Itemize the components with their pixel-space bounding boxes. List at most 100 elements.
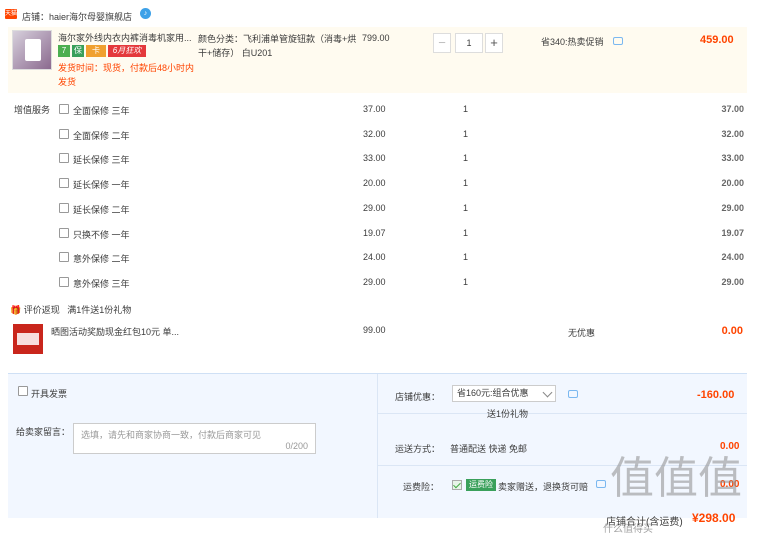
- service-price: 29.00: [363, 277, 386, 287]
- service-icons: 7 保卡 6月狂欢: [58, 45, 148, 58]
- service-checkbox[interactable]: [59, 129, 69, 139]
- insurance-text: 卖家赠送，退换货可赔: [498, 482, 589, 492]
- service-price: 19.07: [363, 228, 386, 238]
- service-qty: 1: [463, 203, 469, 213]
- service-sum: 32.00: [721, 129, 744, 139]
- service-label: 全面保修 二年: [73, 131, 130, 141]
- promo-info-icon[interactable]: [613, 37, 623, 45]
- service-qty: 1: [463, 153, 469, 163]
- service-price: 32.00: [363, 129, 386, 139]
- product-subtotal: 459.00: [700, 34, 734, 46]
- product-image[interactable]: [12, 30, 52, 70]
- service-checkbox[interactable]: [59, 228, 69, 238]
- service-price: 33.00: [363, 153, 386, 163]
- gift-image[interactable]: [13, 324, 43, 354]
- shop-name-link[interactable]: 店铺：haier海尔母婴旗舰店: [22, 10, 132, 23]
- service-checkbox[interactable]: [59, 203, 69, 213]
- service-sum: 37.00: [721, 104, 744, 114]
- gift-sum: 0.00: [721, 325, 743, 337]
- service-label: 延长保修 二年: [73, 205, 130, 215]
- gift-promo: 无优惠: [568, 328, 596, 338]
- discount-selected: 省160元:组合优惠: [457, 388, 529, 398]
- service-row: 全面保修 二年 32.00 1 32.00: [0, 129, 757, 153]
- insurance-checkbox[interactable]: [452, 480, 462, 490]
- service-label: 意外保修 三年: [73, 279, 130, 289]
- quantity-input[interactable]: 1: [455, 33, 483, 53]
- seven-day-return-icon: 7: [58, 45, 70, 57]
- service-price: 29.00: [363, 203, 386, 213]
- service-row: 意外保修 三年 29.00 1 29.00: [0, 277, 757, 301]
- gift-icon: 🎁: [10, 305, 22, 315]
- watermark-text: 什么值得买: [603, 524, 653, 535]
- quantity-stepper: − 1 +: [433, 33, 505, 53]
- guarantee-icon: 保: [72, 45, 84, 57]
- service-row: 延长保修 一年 20.00 1 20.00: [0, 178, 757, 202]
- service-qty: 1: [463, 178, 469, 188]
- credit-card-icon: 卡: [86, 45, 106, 57]
- service-row: 全面保修 三年 37.00 1 37.00: [0, 104, 757, 128]
- service-label: 全面保修 三年: [73, 106, 130, 116]
- discount-select[interactable]: 省160元:组合优惠: [452, 385, 556, 402]
- service-sum: 24.00: [721, 252, 744, 262]
- panel-divider: [377, 374, 378, 518]
- promo-text: 省340:热卖促销: [541, 37, 604, 47]
- insurance-info-icon[interactable]: [596, 480, 606, 488]
- service-row: 意外保修 二年 24.00 1 24.00: [0, 252, 757, 276]
- gift-header: 🎁 评价返现 满1件送1份礼物: [10, 303, 131, 316]
- service-checkbox[interactable]: [59, 104, 69, 114]
- discount-info-icon[interactable]: [568, 390, 578, 398]
- service-checkbox[interactable]: [59, 252, 69, 262]
- message-label: 给卖家留言：: [16, 427, 71, 437]
- product-title-link[interactable]: 海尔家外线内衣内裤消毒机家用...: [58, 32, 193, 44]
- service-checkbox[interactable]: [59, 178, 69, 188]
- service-row: 延长保修 二年 29.00 1 29.00: [0, 203, 757, 227]
- service-price: 20.00: [363, 178, 386, 188]
- service-label: 延长保修 三年: [73, 155, 130, 165]
- discount-value: -160.00: [697, 389, 735, 401]
- service-label: 意外保修 二年: [73, 254, 130, 264]
- message-count: 0/200: [285, 441, 308, 451]
- gift-header-label: 评价返现: [23, 305, 60, 315]
- service-qty: 1: [463, 277, 469, 287]
- watermark-logo: 值值值: [610, 453, 742, 504]
- chat-wangwang-icon[interactable]: ♪: [140, 8, 151, 19]
- unit-price: 799.00: [362, 33, 390, 43]
- sku-info: 颜色分类：飞利浦单管旋钮款（消毒+烘干+储存） 白U201: [198, 34, 357, 58]
- service-sum: 29.00: [721, 203, 744, 213]
- shipping-value: 0.00: [720, 441, 740, 452]
- service-sum: 29.00: [721, 277, 744, 287]
- invoice-label: 开具发票: [31, 389, 68, 399]
- total-value: ¥298.00: [692, 511, 736, 525]
- service-row: 只换不修 一年 19.07 1 19.07: [0, 228, 757, 252]
- discount-label: 店铺优惠：: [395, 392, 441, 402]
- service-price: 37.00: [363, 104, 386, 114]
- shipping-label: 运送方式：: [395, 444, 441, 454]
- gift-price: 99.00: [363, 325, 386, 335]
- gift-title[interactable]: 晒图活动奖励现金红包10元 单...: [51, 325, 179, 338]
- service-qty: 1: [463, 129, 469, 139]
- invoice-checkbox[interactable]: [18, 386, 28, 396]
- message-input[interactable]: 选填，请先和商家协商一致，付款后商家可见 0/200: [73, 423, 316, 454]
- divider: [377, 413, 747, 414]
- chevron-down-icon: [542, 387, 553, 398]
- service-qty: 1: [463, 252, 469, 262]
- service-qty: 1: [463, 104, 469, 114]
- insurance-label: 运费险：: [403, 482, 440, 492]
- insurance-badge: 运费险: [466, 479, 496, 491]
- june-sale-icon: 6月狂欢: [108, 45, 146, 57]
- service-checkbox[interactable]: [59, 277, 69, 287]
- service-sum: 33.00: [721, 153, 744, 163]
- increase-button[interactable]: +: [485, 33, 503, 53]
- shipping-time: 发货时间：现货，付款后48小时内发货: [58, 63, 195, 87]
- discount-gift-note: 送1份礼物: [487, 409, 529, 419]
- service-sum: 19.07: [721, 228, 744, 238]
- decrease-button[interactable]: −: [433, 33, 451, 53]
- message-placeholder: 选填，请先和商家协商一致，付款后商家可见: [81, 430, 262, 440]
- service-price: 24.00: [363, 252, 386, 262]
- service-label: 只换不修 一年: [73, 230, 130, 240]
- service-label: 延长保修 一年: [73, 180, 130, 190]
- service-checkbox[interactable]: [59, 153, 69, 163]
- service-qty: 1: [463, 228, 469, 238]
- shipping-method: 普通配送 快递 免邮: [450, 444, 528, 454]
- tmall-badge-icon: 天猫: [5, 9, 18, 19]
